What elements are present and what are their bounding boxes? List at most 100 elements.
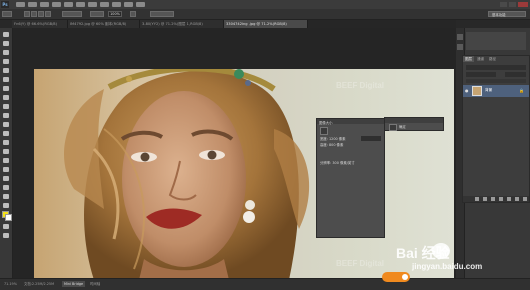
small-dialog-title-bar[interactable] bbox=[385, 118, 443, 123]
zoom-level[interactable]: 71.19% bbox=[2, 281, 19, 287]
layer-filter-dropdown[interactable] bbox=[466, 65, 526, 70]
option-tolerance[interactable] bbox=[90, 11, 104, 17]
menu-bar: Ps bbox=[0, 0, 530, 9]
status-bar: 71.19% 文档:2.25M/2.25M Mini Bridge 时间轴 bbox=[0, 278, 530, 290]
lasso-tool-icon[interactable] bbox=[3, 50, 9, 55]
panel-footer-icons bbox=[463, 196, 529, 202]
clone-stamp-tool-icon[interactable] bbox=[3, 104, 9, 109]
menu-item-filter[interactable] bbox=[88, 2, 97, 7]
eraser-tool-icon[interactable] bbox=[3, 122, 9, 127]
crop-tool-icon[interactable] bbox=[3, 68, 9, 73]
history-icon[interactable] bbox=[457, 34, 463, 40]
marquee-tool-icon[interactable] bbox=[3, 41, 9, 46]
layer-name: 背景 bbox=[485, 88, 493, 92]
menu-item-image[interactable] bbox=[40, 2, 49, 7]
menu-item-layer[interactable] bbox=[52, 2, 61, 7]
group-icon[interactable] bbox=[507, 197, 511, 201]
ps-logo: Ps bbox=[1, 1, 9, 8]
quick-select-tool-icon[interactable] bbox=[3, 59, 9, 64]
lock-controls[interactable] bbox=[466, 79, 526, 83]
delete-layer-icon[interactable] bbox=[523, 197, 527, 201]
fx-icon[interactable] bbox=[483, 197, 487, 201]
dialog-row-height: 高度: 800 像素 bbox=[320, 143, 344, 147]
timeline-tab[interactable]: 时间轴 bbox=[88, 281, 102, 287]
adjustment-icon[interactable] bbox=[499, 197, 503, 201]
option-subtract-selection[interactable] bbox=[38, 11, 44, 17]
move-tool-icon[interactable] bbox=[3, 32, 9, 37]
blend-mode-dropdown[interactable] bbox=[466, 72, 496, 77]
hand-tool-icon[interactable] bbox=[3, 194, 9, 199]
background-color-swatch[interactable] bbox=[5, 214, 12, 221]
zoom-field[interactable]: 100% bbox=[108, 11, 122, 17]
document-tab[interactable]: 3-80(YY2) @ 71.2%(图层 1,RGB/8) bbox=[140, 20, 224, 28]
dialog-footer-text: 分辨率: 300 像素/英寸 bbox=[320, 161, 355, 165]
option-new-selection[interactable] bbox=[24, 11, 30, 17]
layer-thumbnail bbox=[472, 86, 482, 96]
visibility-eye-icon[interactable]: ● bbox=[465, 88, 470, 93]
properties-icon[interactable] bbox=[457, 44, 463, 50]
document-tab-bar: Fn6(Y) @ 66.6%(RGB/8) IM4792.jpg @ 60% 副… bbox=[12, 20, 456, 28]
small-dialog-label[interactable]: 确定 bbox=[399, 124, 406, 129]
document-canvas[interactable]: BEEF Digital BEEF Digital BEEF Digital B… bbox=[34, 69, 454, 280]
quick-mask-icon[interactable] bbox=[3, 224, 9, 229]
pen-tool-icon[interactable] bbox=[3, 158, 9, 163]
dialog-row-width: 宽度: 1200 像素 bbox=[320, 137, 346, 141]
gradient-tool-icon[interactable] bbox=[3, 131, 9, 136]
layers-panel: 图层 通道 路径 ● 背景 🔒 bbox=[462, 55, 530, 203]
blur-tool-icon[interactable] bbox=[3, 140, 9, 145]
white-dot bbox=[402, 274, 408, 280]
brush-tool-icon[interactable] bbox=[3, 95, 9, 100]
small-dialog-icon bbox=[389, 124, 397, 131]
tab-channels[interactable]: 通道 bbox=[475, 56, 486, 62]
document-tab-active[interactable]: 3304742ing .jpg @ 71.2%(RGB/8) bbox=[224, 20, 308, 28]
zoom-tool-icon[interactable] bbox=[3, 203, 9, 208]
menu-item-3d[interactable] bbox=[100, 2, 109, 7]
small-dialog: 确定 bbox=[384, 117, 444, 131]
image-size-dialog: 图像大小 宽度: 1200 像素 高度: 800 像素 分辨率: 300 像素/… bbox=[316, 118, 385, 238]
option-sample-size[interactable] bbox=[62, 11, 82, 17]
dialog-title: 图像大小 bbox=[319, 120, 333, 125]
dodge-tool-icon[interactable] bbox=[3, 149, 9, 154]
mask-icon[interactable] bbox=[491, 197, 495, 201]
eyedropper-tool-icon[interactable] bbox=[3, 77, 9, 82]
path-select-tool-icon[interactable] bbox=[3, 176, 9, 181]
color-panel-icon[interactable] bbox=[466, 32, 526, 50]
new-layer-icon[interactable] bbox=[515, 197, 519, 201]
dialog-field[interactable] bbox=[361, 136, 381, 141]
workspace-label: 基本功能 bbox=[492, 13, 506, 17]
tab-paths[interactable]: 路径 bbox=[487, 56, 498, 62]
option-intersect-selection[interactable] bbox=[45, 11, 51, 17]
link-layers-icon[interactable] bbox=[475, 197, 479, 201]
document-tab[interactable]: IM4792.jpg @ 60% 副本(RGB/8) bbox=[68, 20, 140, 28]
menu-item-help[interactable] bbox=[136, 2, 145, 7]
portrait-photo bbox=[64, 69, 310, 280]
maximize-button[interactable] bbox=[509, 2, 516, 7]
document-tab[interactable]: Fn6(Y) @ 66.6%(RGB/8) bbox=[12, 20, 68, 28]
menu-item-select[interactable] bbox=[76, 2, 85, 7]
baidu-watermark-url: jingyan.baidu.com bbox=[412, 262, 483, 271]
opacity-field[interactable] bbox=[505, 72, 526, 77]
tools-panel bbox=[0, 28, 13, 278]
screen-mode-icon[interactable] bbox=[3, 233, 9, 238]
lock-icon: 🔒 bbox=[519, 88, 524, 93]
type-tool-icon[interactable] bbox=[3, 167, 9, 172]
menu-item-file[interactable] bbox=[16, 2, 25, 7]
menu-item-view[interactable] bbox=[112, 2, 121, 7]
menu-item-type[interactable] bbox=[64, 2, 73, 7]
option-add-selection[interactable] bbox=[31, 11, 37, 17]
healing-brush-tool-icon[interactable] bbox=[3, 86, 9, 91]
mini-bridge-tab[interactable]: Mini Bridge bbox=[62, 281, 86, 287]
history-brush-tool-icon[interactable] bbox=[3, 113, 9, 118]
tool-preset-picker[interactable] bbox=[2, 11, 12, 17]
menu-item-window[interactable] bbox=[124, 2, 133, 7]
shape-tool-icon[interactable] bbox=[3, 185, 9, 190]
menu-item-edit[interactable] bbox=[28, 2, 37, 7]
dialog-icon bbox=[320, 127, 328, 135]
minimize-button[interactable] bbox=[500, 2, 507, 7]
option-checkbox-antialias[interactable] bbox=[130, 11, 136, 17]
document-size: 文档:2.25M/2.25M bbox=[24, 282, 55, 286]
tab-layers[interactable]: 图层 bbox=[463, 56, 474, 62]
close-button[interactable] bbox=[518, 2, 528, 7]
refine-edge-button[interactable] bbox=[150, 11, 174, 17]
layer-row[interactable]: ● 背景 🔒 bbox=[463, 85, 529, 97]
